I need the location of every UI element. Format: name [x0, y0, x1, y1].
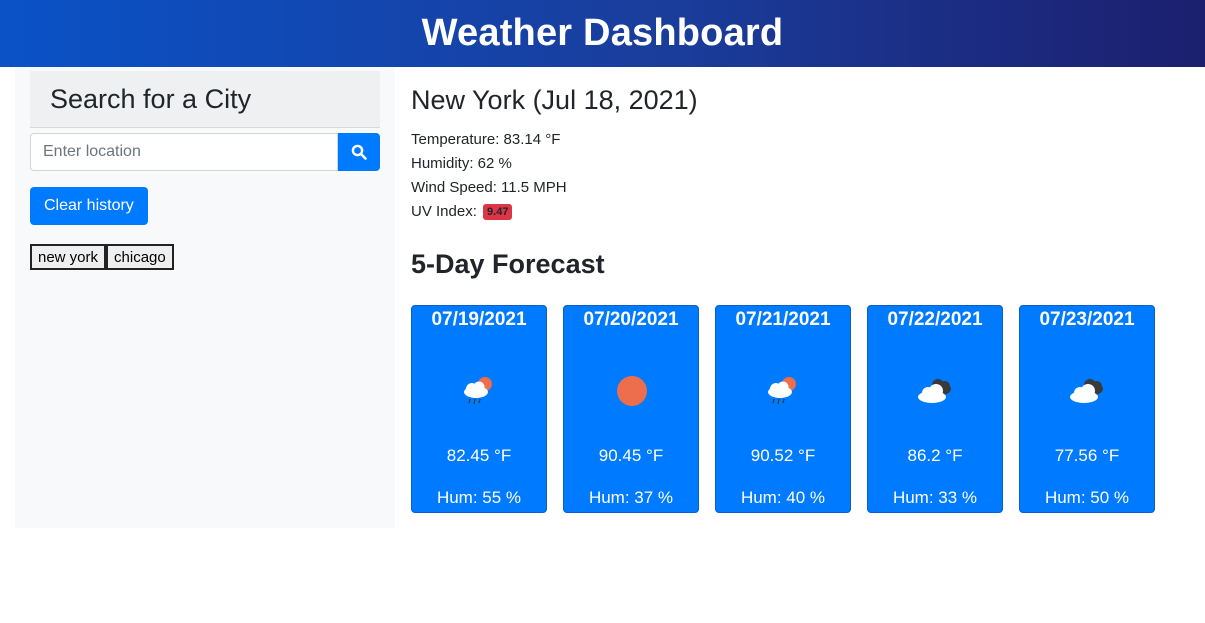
forecast-humidity: Hum: 50 %: [1044, 488, 1130, 507]
forecast-temperature: 90.52 °F: [750, 446, 816, 465]
search-heading: Search for a City: [50, 83, 252, 114]
forecast-humidity: Hum: 40 %: [740, 488, 826, 507]
page-title: Weather Dashboard: [421, 12, 784, 54]
forecast-card: 07/21/2021 90.52 °F Hum: 40 %: [715, 305, 851, 513]
broken-clouds-icon: [1070, 379, 1103, 403]
forecast-date: 07/23/2021: [1039, 309, 1135, 330]
forecast-date: 07/21/2021: [735, 309, 831, 330]
forecast-date: 07/20/2021: [583, 309, 679, 330]
current-temperature: Temperature: 83.14 °F: [411, 131, 561, 148]
forecast-date: 07/19/2021: [431, 309, 527, 330]
uv-index-label: UV Index:: [411, 203, 477, 220]
rain-sun-icon: [768, 377, 796, 405]
forecast-card: 07/20/2021 90.45 °F Hum: 37 %: [563, 305, 699, 513]
history-item-chicago[interactable]: chicago: [106, 244, 174, 270]
app-header: Weather Dashboard: [0, 0, 1205, 67]
forecast-card: 07/23/2021 77.56 °F Hum: 50 %: [1019, 305, 1155, 513]
uv-index-badge: 9.47: [483, 204, 513, 220]
forecast-date: 07/22/2021: [887, 309, 983, 330]
search-button[interactable]: [338, 133, 380, 171]
history-item-new-york[interactable]: new york: [30, 244, 107, 270]
forecast-temperature: 77.56 °F: [1054, 446, 1120, 465]
sidebar: Search for a City Clear history new york…: [15, 67, 395, 528]
forecast-temperature: 90.45 °F: [598, 446, 664, 465]
forecast-humidity: Hum: 55 %: [436, 488, 522, 507]
sun-icon: [617, 376, 647, 406]
search-icon: [351, 144, 367, 160]
forecast-humidity: Hum: 37 %: [588, 488, 674, 507]
current-humidity: Humidity: 62 %: [411, 155, 512, 172]
forecast-card: 07/22/2021 86.2 °F Hum: 33 %: [867, 305, 1003, 513]
forecast-temperature: 82.45 °F: [446, 446, 512, 465]
search-history: new york chicago: [30, 244, 174, 270]
broken-clouds-icon: [918, 379, 951, 403]
search-card-header: Search for a City: [30, 71, 380, 128]
forecast-cards: 07/19/2021 82.45 °F Hum: 55 % 07/20/2021…: [411, 305, 1171, 513]
forecast-humidity: Hum: 33 %: [892, 488, 978, 507]
rain-sun-icon: [464, 377, 492, 405]
search-input[interactable]: [30, 133, 338, 171]
current-city-title: New York (Jul 18, 2021): [411, 85, 698, 115]
forecast-card: 07/19/2021 82.45 °F Hum: 55 %: [411, 305, 547, 513]
current-wind-speed: Wind Speed: 11.5 MPH: [411, 179, 567, 196]
clear-history-button[interactable]: Clear history: [30, 187, 148, 225]
forecast-temperature: 86.2 °F: [907, 446, 963, 465]
current-uv-row: UV Index: 9.47: [411, 203, 513, 220]
forecast-title: 5-Day Forecast: [411, 249, 605, 279]
